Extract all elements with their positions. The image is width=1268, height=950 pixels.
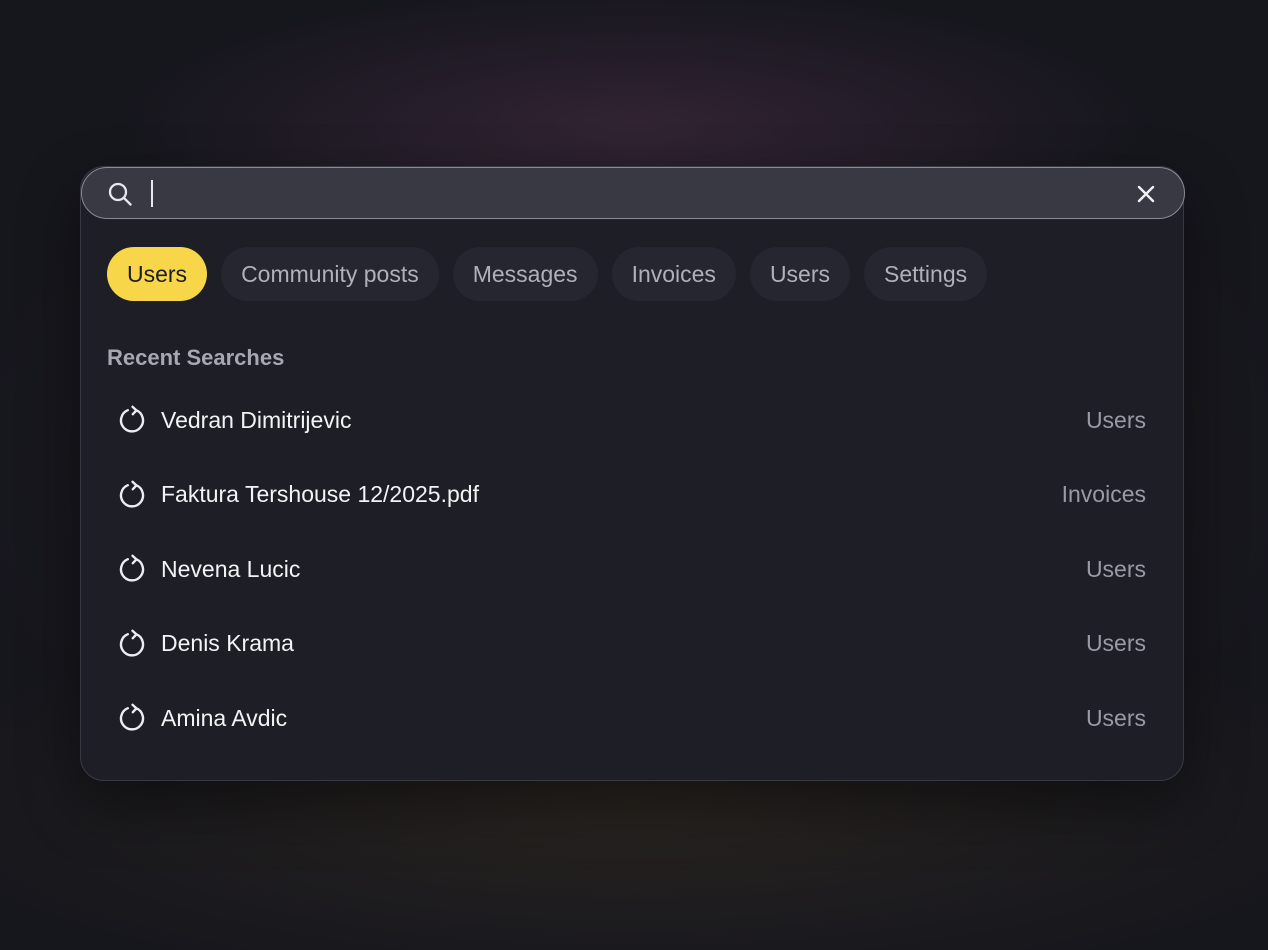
filter-chip-settings[interactable]: Settings bbox=[864, 247, 988, 301]
recent-search-label: Denis Krama bbox=[161, 630, 294, 657]
text-caret bbox=[151, 180, 153, 207]
recent-search-category: Users bbox=[1085, 704, 1146, 731]
recent-searches-title: Recent Searches bbox=[107, 345, 285, 370]
history-icon bbox=[119, 629, 145, 657]
recent-search-label: Nevena Lucic bbox=[161, 555, 301, 582]
close-icon[interactable] bbox=[1135, 183, 1157, 205]
filter-chips: Users Community posts Messages Invoices … bbox=[107, 247, 988, 301]
recent-search-label: Faktura Tershouse 12/2025.pdf bbox=[161, 481, 479, 508]
filter-chip-users[interactable]: Users bbox=[107, 247, 208, 301]
recent-searches-list: Vedran Dimitrijevic Users Faktura Tersho… bbox=[107, 383, 1159, 756]
history-icon bbox=[119, 405, 145, 433]
recent-search-item[interactable]: Denis Krama Users bbox=[107, 607, 1159, 682]
recent-search-category: Invoices bbox=[1061, 481, 1146, 508]
recent-search-category: Users bbox=[1085, 555, 1146, 582]
history-icon bbox=[119, 480, 145, 508]
recent-search-category: Users bbox=[1085, 630, 1146, 657]
history-icon bbox=[119, 703, 145, 731]
recent-search-item[interactable]: Vedran Dimitrijevic Users bbox=[107, 383, 1159, 458]
recent-search-item[interactable]: Faktura Tershouse 12/2025.pdf Invoices bbox=[107, 458, 1159, 533]
history-icon bbox=[119, 554, 145, 582]
recent-search-label: Vedran Dimitrijevic bbox=[161, 406, 352, 433]
recent-search-label: Amina Avdic bbox=[161, 704, 288, 731]
recent-search-category: Users bbox=[1085, 406, 1146, 433]
filter-chip-messages[interactable]: Messages bbox=[452, 247, 598, 301]
search-icon bbox=[108, 182, 132, 206]
search-bar[interactable] bbox=[81, 167, 1185, 219]
filter-chip-community-posts[interactable]: Community posts bbox=[221, 247, 439, 301]
filter-chip-users-2[interactable]: Users bbox=[749, 247, 850, 301]
recent-search-item[interactable]: Amina Avdic Users bbox=[107, 681, 1159, 756]
search-input[interactable] bbox=[148, 178, 1108, 210]
search-panel: Users Community posts Messages Invoices … bbox=[80, 166, 1185, 781]
recent-search-item[interactable]: Nevena Lucic Users bbox=[107, 532, 1159, 607]
filter-chip-invoices[interactable]: Invoices bbox=[611, 247, 736, 301]
